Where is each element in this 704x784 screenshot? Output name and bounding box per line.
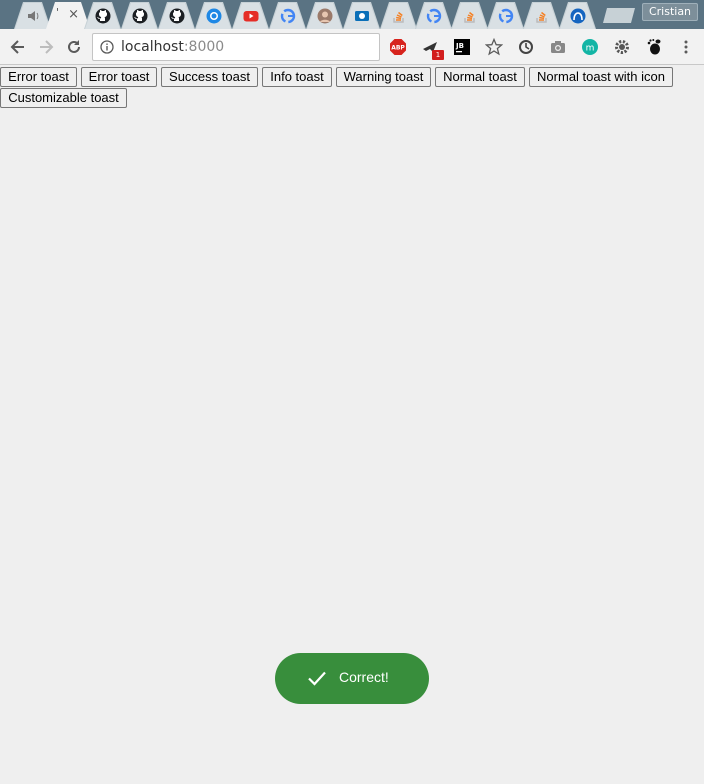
- reload-icon[interactable]: [64, 37, 84, 57]
- arch-icon: [570, 8, 585, 24]
- tab-outlook[interactable]: [343, 2, 380, 29]
- customizable-toast-button[interactable]: Customizable toast: [0, 88, 127, 108]
- tab-stackoverflow-2[interactable]: [451, 2, 488, 29]
- page-content: Error toast Error toast Success toast In…: [0, 65, 704, 784]
- gnome-icon[interactable]: [645, 38, 663, 56]
- avatar-icon: [317, 8, 332, 24]
- stackoverflow-icon: [535, 11, 547, 23]
- warning-toast-button[interactable]: Warning toast: [336, 67, 431, 87]
- tab-chrome-app[interactable]: [195, 2, 232, 29]
- info-icon[interactable]: [100, 40, 114, 54]
- tab-google-1[interactable]: [269, 2, 306, 29]
- tab-avatar[interactable]: [306, 2, 343, 29]
- menu-dots-icon[interactable]: [677, 38, 695, 56]
- stackoverflow-icon: [392, 11, 404, 23]
- outlook-icon: [354, 11, 369, 21]
- browser-toolbar: localhost:8000 ABP 1 JB m: [0, 29, 704, 65]
- extension-badge: 1: [432, 50, 444, 60]
- tab-stackoverflow-3[interactable]: [523, 2, 560, 29]
- toast-message: Correct!: [339, 669, 389, 685]
- error-toast-button-2[interactable]: Error toast: [81, 67, 157, 87]
- google-icon: [498, 8, 513, 24]
- normal-toast-button[interactable]: Normal toast: [435, 67, 525, 87]
- checkmark-icon: [308, 671, 326, 686]
- url-host: localhost: [121, 39, 184, 55]
- svg-text:JB: JB: [455, 42, 464, 50]
- tab-close-icon[interactable]: ×: [68, 7, 79, 22]
- github-icon: [132, 8, 147, 24]
- new-tab-button[interactable]: [603, 8, 635, 23]
- tab-google-3[interactable]: [487, 2, 524, 29]
- tab-arch[interactable]: [559, 2, 596, 29]
- chrome-circle-icon: [206, 8, 221, 24]
- success-toast-button[interactable]: Success toast: [161, 67, 258, 87]
- success-toast[interactable]: Correct!: [275, 653, 429, 704]
- svg-text:m: m: [586, 44, 595, 54]
- svg-text:ABP: ABP: [391, 45, 405, 52]
- youtube-icon: [243, 11, 258, 22]
- tab-github-1[interactable]: [84, 2, 121, 29]
- github-icon: [95, 8, 110, 24]
- google-icon: [426, 8, 441, 24]
- tab-github-3[interactable]: [158, 2, 195, 29]
- tab-strip: ' × Cristian: [0, 0, 704, 29]
- url-port: :8000: [183, 39, 225, 55]
- github-icon: [169, 8, 184, 24]
- star-bookmark-icon[interactable]: [485, 38, 503, 56]
- url-text: localhost:8000: [121, 39, 224, 55]
- error-toast-button[interactable]: Error toast: [0, 67, 77, 87]
- profile-button[interactable]: Cristian: [642, 3, 698, 21]
- tab-title: ': [56, 6, 60, 19]
- google-icon: [280, 8, 295, 24]
- tab-github-2[interactable]: [121, 2, 158, 29]
- normal-toast-with-icon-button[interactable]: Normal toast with icon: [529, 67, 673, 87]
- speaker-icon: [27, 11, 38, 21]
- m-extension-icon[interactable]: m: [581, 38, 599, 56]
- back-arrow-icon[interactable]: [8, 37, 28, 57]
- forward-arrow-icon[interactable]: [36, 37, 56, 57]
- gear-extension-icon[interactable]: [613, 38, 631, 56]
- sync-extension-icon[interactable]: [517, 38, 535, 56]
- adblock-plus-icon[interactable]: ABP: [389, 38, 407, 56]
- tab-google-2[interactable]: [415, 2, 452, 29]
- camera-icon[interactable]: [549, 38, 567, 56]
- stackoverflow-icon: [463, 11, 475, 23]
- info-toast-button[interactable]: Info toast: [262, 67, 332, 87]
- jetbrains-icon[interactable]: JB: [453, 38, 471, 56]
- tab-stackoverflow-1[interactable]: [380, 2, 417, 29]
- tab-youtube[interactable]: [232, 2, 269, 29]
- address-bar[interactable]: localhost:8000: [92, 33, 380, 61]
